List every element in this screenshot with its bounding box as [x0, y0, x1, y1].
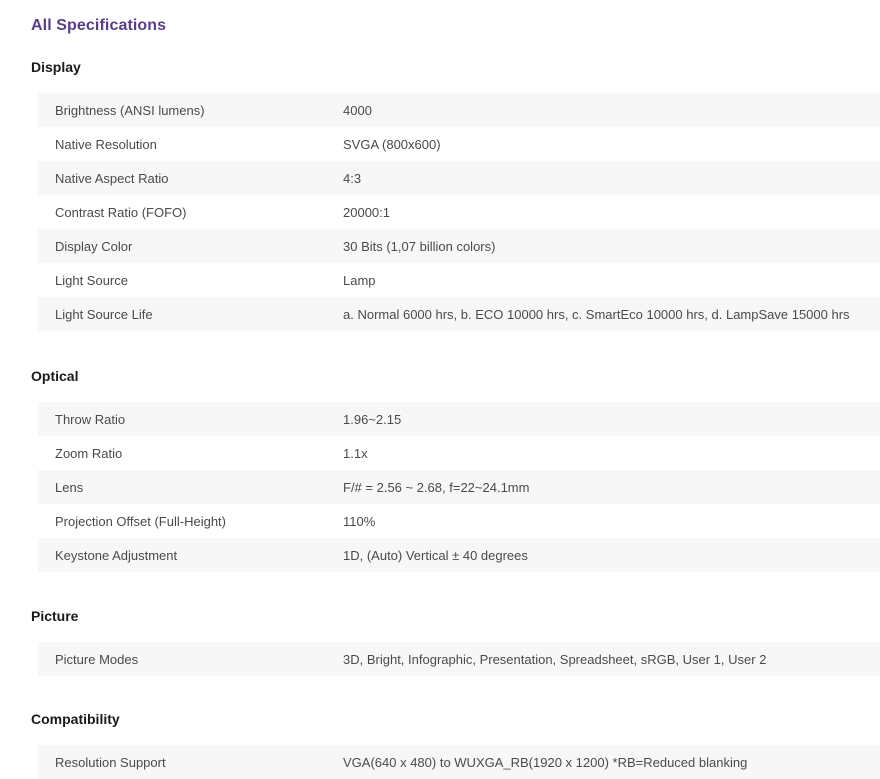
spec-label: Throw Ratio [55, 411, 126, 427]
spec-value: 1.96~2.15 [343, 411, 402, 427]
spec-row: Light Source Lamp [38, 263, 880, 297]
spec-row: Throw Ratio 1.96~2.15 [38, 402, 880, 436]
spec-label: Zoom Ratio [55, 445, 123, 461]
spec-label: Lens [55, 479, 84, 495]
spec-value: Lamp [343, 272, 376, 288]
spec-label: Picture Modes [55, 651, 139, 667]
spec-row: Native Aspect Ratio 4:3 [38, 161, 880, 195]
section-title-compatibility: Compatibility [31, 711, 120, 727]
spec-row: Keystone Adjustment 1D, (Auto) Vertical … [38, 538, 880, 572]
spec-row: Brightness (ANSI lumens) 4000 [38, 93, 880, 127]
spec-value: SVGA (800x600) [343, 136, 441, 152]
spec-row: Display Color 30 Bits (1,07 billion colo… [38, 229, 880, 263]
spec-row: Resolution Support VGA(640 x 480) to WUX… [38, 745, 880, 779]
spec-value: 110% [343, 513, 376, 529]
spec-label: Native Resolution [55, 136, 157, 152]
spec-row: Contrast Ratio (FOFO) 20000:1 [38, 195, 880, 229]
spec-value: a. Normal 6000 hrs, b. ECO 10000 hrs, c.… [343, 306, 850, 322]
spec-label: Contrast Ratio (FOFO) [55, 204, 187, 220]
spec-value: 3D, Bright, Infographic, Presentation, S… [343, 651, 767, 667]
spec-table-picture: Picture Modes 3D, Bright, Infographic, P… [38, 642, 880, 676]
spec-row: Light Source Life a. Normal 6000 hrs, b.… [38, 297, 880, 331]
section-title-optical: Optical [31, 368, 79, 384]
spec-table-compatibility: Resolution Support VGA(640 x 480) to WUX… [38, 745, 880, 779]
spec-label: Light Source [55, 272, 128, 288]
spec-label: Light Source Life [55, 306, 153, 322]
spec-row: Lens F/# = 2.56 ~ 2.68, f=22~24.1mm [38, 470, 880, 504]
section-title-picture: Picture [31, 608, 79, 624]
spec-label: Native Aspect Ratio [55, 170, 169, 186]
spec-row: Zoom Ratio 1.1x [38, 436, 880, 470]
spec-value: 1.1x [343, 445, 368, 461]
spec-table-optical: Throw Ratio 1.96~2.15 Zoom Ratio 1.1x Le… [38, 402, 880, 572]
spec-value: 4000 [343, 102, 372, 118]
spec-value: 1D, (Auto) Vertical ± 40 degrees [343, 547, 528, 563]
spec-value: 20000:1 [343, 204, 390, 220]
spec-label: Resolution Support [55, 754, 166, 770]
spec-row: Picture Modes 3D, Bright, Infographic, P… [38, 642, 880, 676]
spec-value: VGA(640 x 480) to WUXGA_RB(1920 x 1200) … [343, 754, 748, 770]
spec-value: 4:3 [343, 170, 362, 186]
spec-label: Projection Offset (Full-Height) [55, 513, 226, 529]
spec-label: Keystone Adjustment [55, 547, 178, 563]
spec-value: F/# = 2.56 ~ 2.68, f=22~24.1mm [343, 479, 530, 495]
spec-table-display: Brightness (ANSI lumens) 4000 Native Res… [38, 93, 880, 331]
spec-label: Display Color [55, 238, 133, 254]
spec-row: Projection Offset (Full-Height) 110% [38, 504, 880, 538]
spec-value: 30 Bits (1,07 billion colors) [343, 238, 496, 254]
spec-row: Native Resolution SVGA (800x600) [38, 127, 880, 161]
page-title: All Specifications [31, 17, 167, 34]
spec-label: Brightness (ANSI lumens) [55, 102, 205, 118]
section-title-display: Display [31, 59, 81, 75]
